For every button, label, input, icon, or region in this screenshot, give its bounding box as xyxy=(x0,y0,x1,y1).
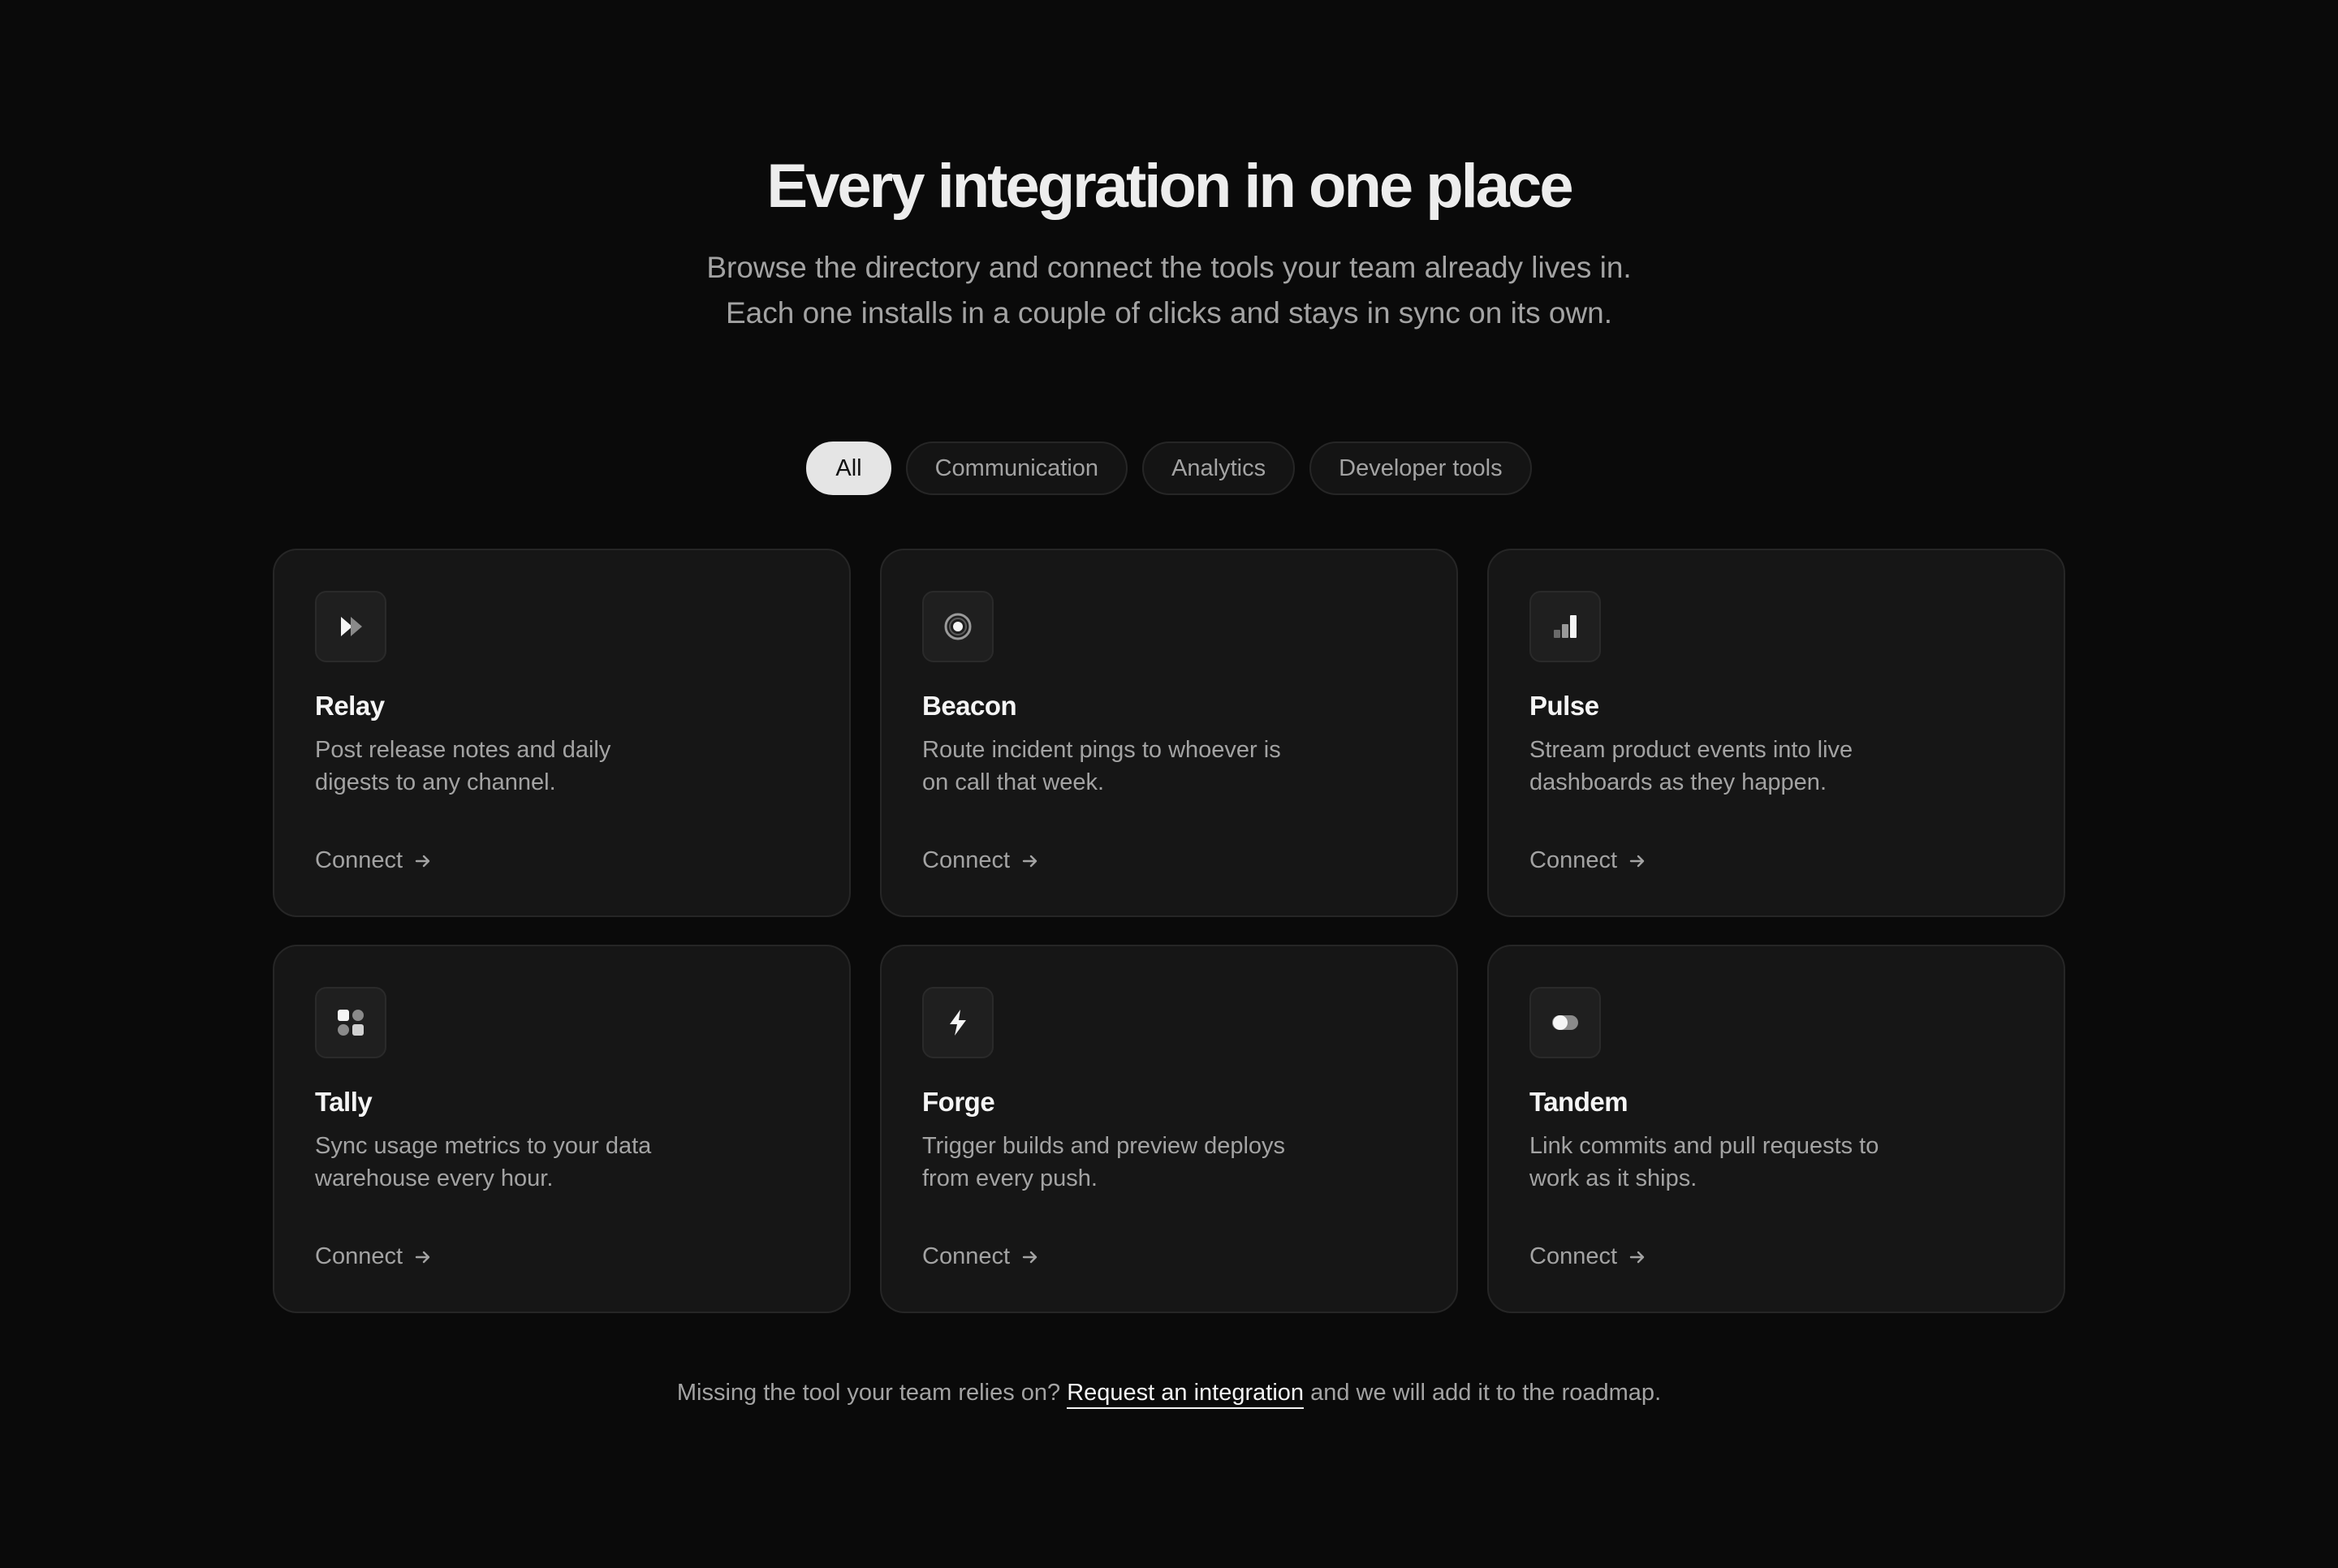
card-description: Sync usage metrics to your data warehous… xyxy=(315,1133,652,1191)
integration-grid: Relay Post release notes and daily diges… xyxy=(273,549,2065,1313)
bar-chart-icon xyxy=(1529,591,1601,662)
page-subtitle: Browse the directory and connect the too… xyxy=(706,251,1632,330)
filter-chip-developer-tools[interactable]: Developer tools xyxy=(1309,442,1532,495)
relay-icon xyxy=(315,591,386,662)
card-description: Post release notes and daily digests to … xyxy=(315,737,611,795)
connect-button-relay[interactable]: Connect xyxy=(315,847,432,874)
card-title: Forge xyxy=(922,1087,995,1117)
integration-card-forge: Forge Trigger builds and preview deploys… xyxy=(880,945,1458,1313)
integration-card-tally: Tally Sync usage metrics to your data wa… xyxy=(273,945,851,1313)
filter-chip-communication[interactable]: Communication xyxy=(905,442,1128,495)
arrow-right-icon xyxy=(1022,1251,1037,1263)
connect-button-beacon[interactable]: Connect xyxy=(922,847,1039,874)
card-description: Trigger builds and preview deploys from … xyxy=(922,1133,1286,1191)
arrow-right-icon xyxy=(415,1251,430,1263)
request-integration-link[interactable]: Request an integration xyxy=(1067,1380,1305,1409)
arrow-right-icon xyxy=(1629,855,1645,867)
integration-card-pulse: Pulse Stream product events into live da… xyxy=(1487,549,2065,917)
toggle-icon xyxy=(1529,987,1601,1058)
card-title: Relay xyxy=(315,691,385,721)
card-title: Beacon xyxy=(922,691,1017,721)
arrow-right-icon xyxy=(1629,1251,1645,1263)
card-title: Tandem xyxy=(1529,1087,1628,1117)
connect-button-tally[interactable]: Connect xyxy=(315,1243,432,1270)
arrow-right-icon xyxy=(1022,855,1037,867)
footer-suffix: and we will add it to the roadmap. xyxy=(1310,1380,1662,1406)
arrow-right-icon xyxy=(415,855,430,867)
card-description: Link commits and pull requests to work a… xyxy=(1529,1133,1879,1191)
connect-label: Connect xyxy=(315,1243,403,1269)
connect-label: Connect xyxy=(1529,1243,1618,1269)
filter-chip-analytics[interactable]: Analytics xyxy=(1142,442,1296,495)
connect-label: Connect xyxy=(315,847,403,873)
hero: Every integration in one place Browse th… xyxy=(0,146,2338,336)
footer-prefix: Missing the tool your team relies on? xyxy=(676,1380,1061,1406)
integration-card-relay: Relay Post release notes and daily diges… xyxy=(273,549,851,917)
integration-card-tandem: Tandem Link commits and pull requests to… xyxy=(1487,945,2065,1313)
connect-button-pulse[interactable]: Connect xyxy=(1529,847,1646,874)
page-title: Every integration in one place xyxy=(766,152,1573,221)
card-description: Route incident pings to whoever is on ca… xyxy=(922,737,1281,795)
connect-button-tandem[interactable]: Connect xyxy=(1529,1243,1646,1270)
connect-label: Connect xyxy=(1529,847,1618,873)
card-description: Stream product events into live dashboar… xyxy=(1529,737,1853,795)
connect-label: Connect xyxy=(922,1243,1011,1269)
integration-card-beacon: Beacon Route incident pings to whoever i… xyxy=(880,549,1458,917)
connect-button-forge[interactable]: Connect xyxy=(922,1243,1039,1270)
bolt-icon xyxy=(922,987,994,1058)
beacon-icon xyxy=(922,591,994,662)
connect-label: Connect xyxy=(922,847,1011,873)
filter-chips: All Communication Analytics Developer to… xyxy=(0,442,2338,495)
grid-icon xyxy=(315,987,386,1058)
integrations-page: Every integration in one place Browse th… xyxy=(0,0,2338,1568)
filter-chip-all[interactable]: All xyxy=(806,442,891,495)
card-title: Tally xyxy=(315,1087,373,1117)
card-title: Pulse xyxy=(1529,691,1599,721)
footer-note: Missing the tool your team relies on? Re… xyxy=(0,1380,2338,1409)
